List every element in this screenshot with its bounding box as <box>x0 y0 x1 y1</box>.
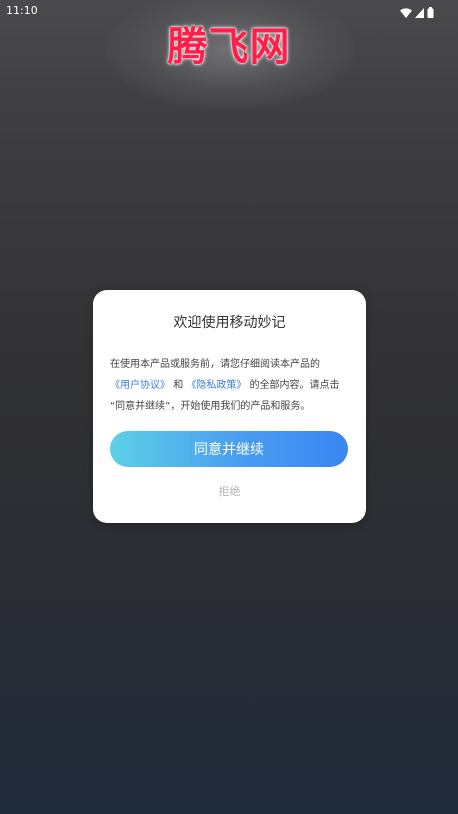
watermark-logo: 腾飞网 <box>167 23 291 70</box>
agree-continue-button[interactable]: 同意并继续 <box>110 431 348 467</box>
dialog-body: 在使用本产品或服务前，请您仔细阅读本产品的 《用户协议》 和 《隐私政策》 的全部… <box>110 354 354 417</box>
body-and: 和 <box>173 380 184 391</box>
body-text-2: 的全部内容。请点击 <box>249 380 340 391</box>
privacy-dialog: 欢迎使用移动妙记 在使用本产品或服务前，请您仔细阅读本产品的 《用户协议》 和 《… <box>93 290 366 523</box>
body-text-1: 在使用本产品或服务前，请您仔细阅读本产品的 <box>110 359 320 370</box>
user-agreement-link[interactable]: 《用户协议》 <box>110 380 170 391</box>
reject-button[interactable]: 拒绝 <box>93 483 366 499</box>
dialog-title: 欢迎使用移动妙记 <box>173 315 286 331</box>
body-text-3: “同意并继续”，开始使用我们的产品和服务。 <box>110 401 311 412</box>
privacy-policy-link[interactable]: 《隐私政策》 <box>186 380 246 391</box>
